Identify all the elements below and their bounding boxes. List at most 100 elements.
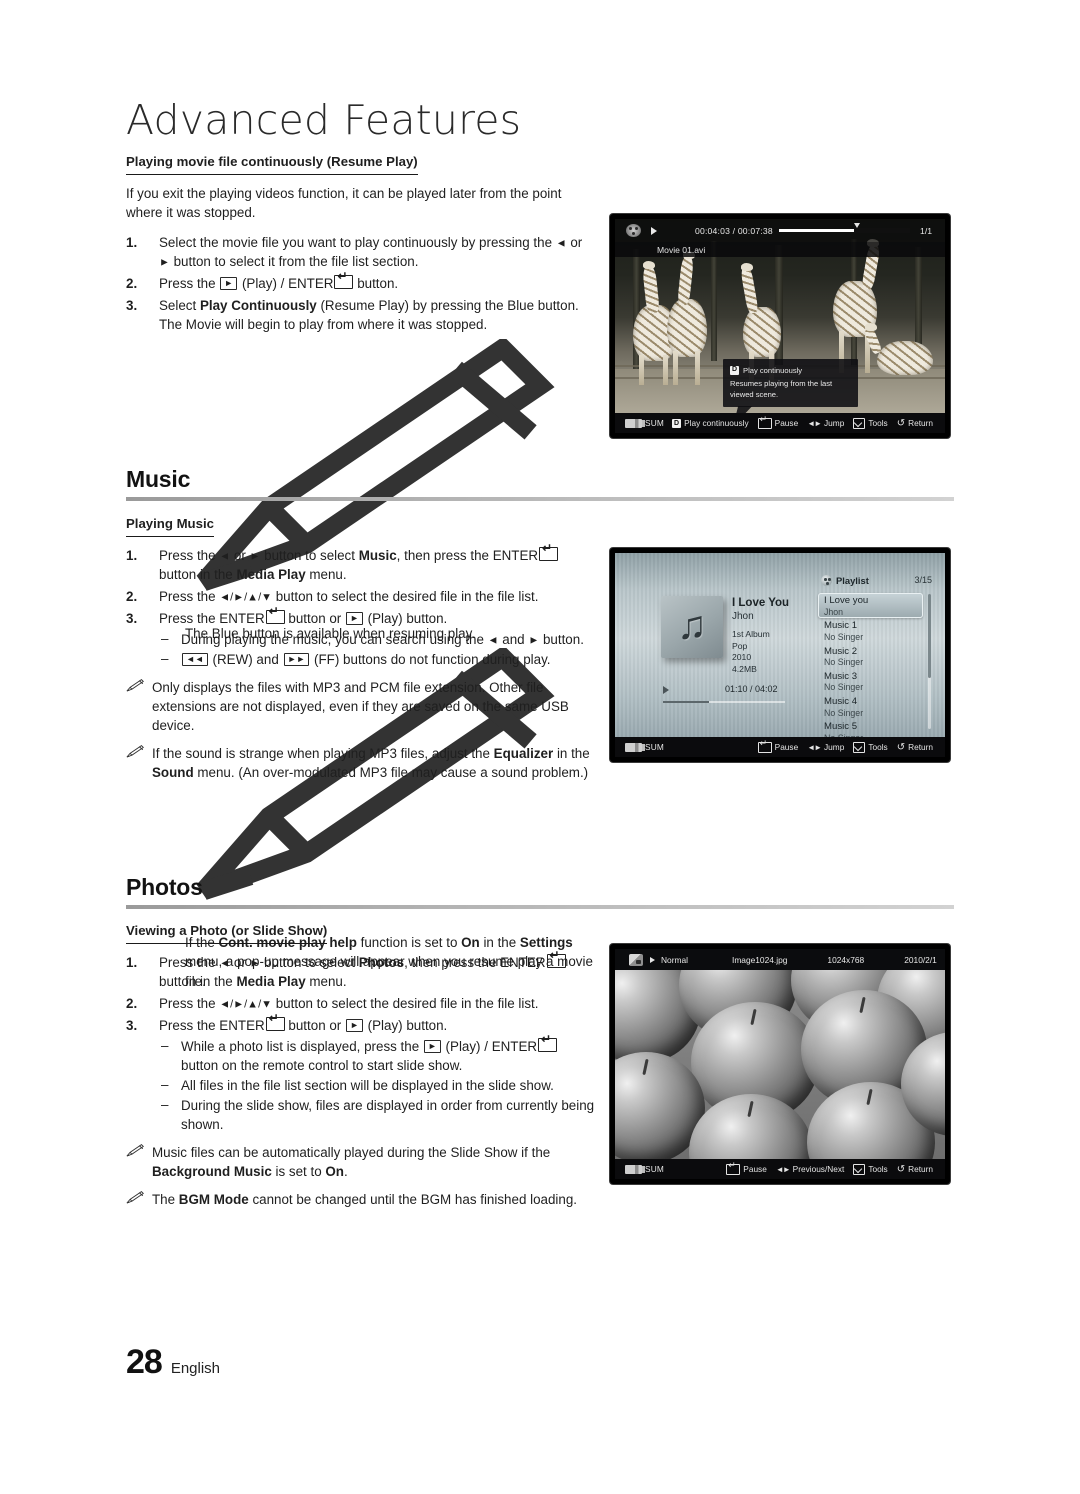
t-bold: Sound xyxy=(152,765,194,781)
resume-play-intro: If you exit the playing videos function,… xyxy=(126,185,562,221)
sub-note-text: While a photo list is displayed, press t… xyxy=(181,1033,558,1073)
progress-fill xyxy=(663,701,710,703)
giraffe-head xyxy=(643,261,655,269)
dash-marker: – xyxy=(161,631,169,647)
track-size: 4.2MB xyxy=(732,663,757,674)
list-item: – While a photo list is displayed, press… xyxy=(159,1033,596,1075)
t: (Play) button. xyxy=(363,1017,448,1033)
list-item[interactable]: I Love you Jhon xyxy=(818,593,923,619)
key-tools[interactable]: Tools xyxy=(853,741,888,753)
t: , then press the xyxy=(404,954,501,970)
key-tools[interactable]: Tools xyxy=(853,1163,888,1175)
key-pause[interactable]: Pause xyxy=(757,415,798,429)
t-bold: BGM Mode xyxy=(178,1192,249,1208)
key-label: Play continuously xyxy=(684,418,749,428)
step-text-b: button to select it from the file list s… xyxy=(169,253,419,269)
track-metadata: 1st Album Pop 2010 4.2MB xyxy=(732,629,770,675)
pencil-icon xyxy=(126,679,144,692)
playlist-item-title: Music 4 xyxy=(824,696,858,707)
music-time: 01:10 / 04:02 xyxy=(725,684,778,694)
photo-filename: Image1024.jpg xyxy=(732,954,788,965)
blue-button-badge: D xyxy=(730,366,739,375)
note: The BGM Mode cannot be changed until the… xyxy=(126,1190,596,1209)
section-rule xyxy=(126,497,954,501)
note: Only displays the files with MP3 and PCM… xyxy=(126,678,596,735)
t: Press the xyxy=(159,954,220,970)
photos-steps: 1. Press the ◄ or ► button to select Pho… xyxy=(126,949,596,1134)
step-text-bold: Play Continuously xyxy=(199,297,317,313)
step-text: Press the ► (Play) / ENTER button. xyxy=(159,270,399,291)
progress-fill xyxy=(778,229,854,232)
key-jump[interactable]: ◄► Jump xyxy=(807,742,844,752)
list-item[interactable]: Music 2 No Singer xyxy=(818,644,923,669)
t: , then press the xyxy=(396,547,493,563)
key-label: Previous/Next xyxy=(792,1164,845,1174)
key-return[interactable]: ↺ Return xyxy=(897,418,933,429)
giraffe-neck xyxy=(740,266,759,314)
album-art xyxy=(661,596,723,658)
list-item[interactable]: Music 3 No Singer xyxy=(818,669,923,694)
track-genre: Pop xyxy=(732,640,748,651)
playlist-count: 3/15 xyxy=(914,575,932,585)
playlist-scrollbar[interactable] xyxy=(928,594,931,729)
photos-section-heading: Photos xyxy=(126,874,954,909)
key-previous-next[interactable]: ◄► Previous/Next xyxy=(776,1164,845,1174)
playlist[interactable]: I Love you Jhon Music 1 No Singer Music … xyxy=(818,593,923,743)
photos-sub-notes: – While a photo list is displayed, press… xyxy=(159,1033,596,1134)
step-number: 3. xyxy=(126,1017,138,1033)
play-icon xyxy=(663,686,669,694)
scrollbar-thumb[interactable] xyxy=(928,594,931,678)
progress-knob[interactable] xyxy=(853,223,860,228)
track-year: 2010 xyxy=(732,652,752,663)
return-icon: ↺ xyxy=(896,417,906,429)
photo-mode-label: Normal xyxy=(661,954,688,965)
play-key-icon: ► xyxy=(220,276,238,290)
key-pause[interactable]: Pause xyxy=(726,1161,767,1175)
giraffe-resting xyxy=(877,341,933,375)
giraffe xyxy=(743,307,781,357)
list-item: 3. Press the ENTER button or ► (Play) bu… xyxy=(126,605,596,669)
pencil-icon xyxy=(126,745,144,758)
key-play-continuously[interactable]: D Play continuously xyxy=(672,418,749,428)
list-item[interactable]: Music 4 No Singer xyxy=(818,694,923,719)
t: menu. xyxy=(305,566,347,582)
sub-note-text: During playing the music, you can search… xyxy=(181,632,584,647)
note-text: If the sound is strange when playing MP3… xyxy=(152,746,590,780)
key-tools[interactable]: Tools xyxy=(853,417,888,429)
key-label: Pause xyxy=(774,742,799,752)
enter-key-icon xyxy=(539,542,559,561)
step-text-mid: or xyxy=(566,234,583,250)
step-number: 1. xyxy=(126,234,138,250)
video-progress-bar[interactable] xyxy=(778,223,911,233)
video-player-frame: 00:04:03 / 00:07:38 1/1 Movie 01.avi D P… xyxy=(615,219,945,433)
step-text-a: Select xyxy=(159,297,200,313)
key-jump[interactable]: ◄► Jump xyxy=(807,418,844,428)
enter-key-icon xyxy=(265,605,285,624)
t-bold: On xyxy=(325,1164,344,1180)
apples-photo xyxy=(615,970,945,1159)
key-label: Return xyxy=(908,742,933,752)
video-key-legend: SUM D Play continuously Pause ◄► Jump xyxy=(615,413,945,433)
dash-marker: – xyxy=(161,1097,169,1113)
step-text-b: button. xyxy=(353,275,399,291)
list-item[interactable]: Music 1 No Singer xyxy=(818,618,923,643)
play-icon xyxy=(650,956,655,963)
playlist-item-artist: No Singer xyxy=(824,682,864,693)
key-pause[interactable]: Pause xyxy=(757,739,799,753)
photo-resolution: 1024x768 xyxy=(827,954,865,965)
t: button to select xyxy=(260,547,359,563)
playlist-header: Playlist xyxy=(821,575,869,586)
list-item: – All files in the file list section wil… xyxy=(159,1076,596,1095)
tools-icon xyxy=(853,1163,866,1175)
key-return[interactable]: ↺ Return xyxy=(897,1164,933,1175)
key-return[interactable]: ↺ Return xyxy=(897,742,933,753)
t: While a photo list is displayed, press t… xyxy=(181,1039,423,1055)
return-icon: ↺ xyxy=(896,1163,906,1175)
playlist-item-artist: Jhon xyxy=(824,606,844,617)
step-number: 3. xyxy=(126,297,138,313)
music-progress-bar[interactable] xyxy=(663,701,785,703)
t-bold: Photos xyxy=(358,954,405,970)
usb-indicator: SUM xyxy=(625,742,664,752)
t: or xyxy=(230,547,250,563)
photo-mode-icon xyxy=(629,953,643,966)
